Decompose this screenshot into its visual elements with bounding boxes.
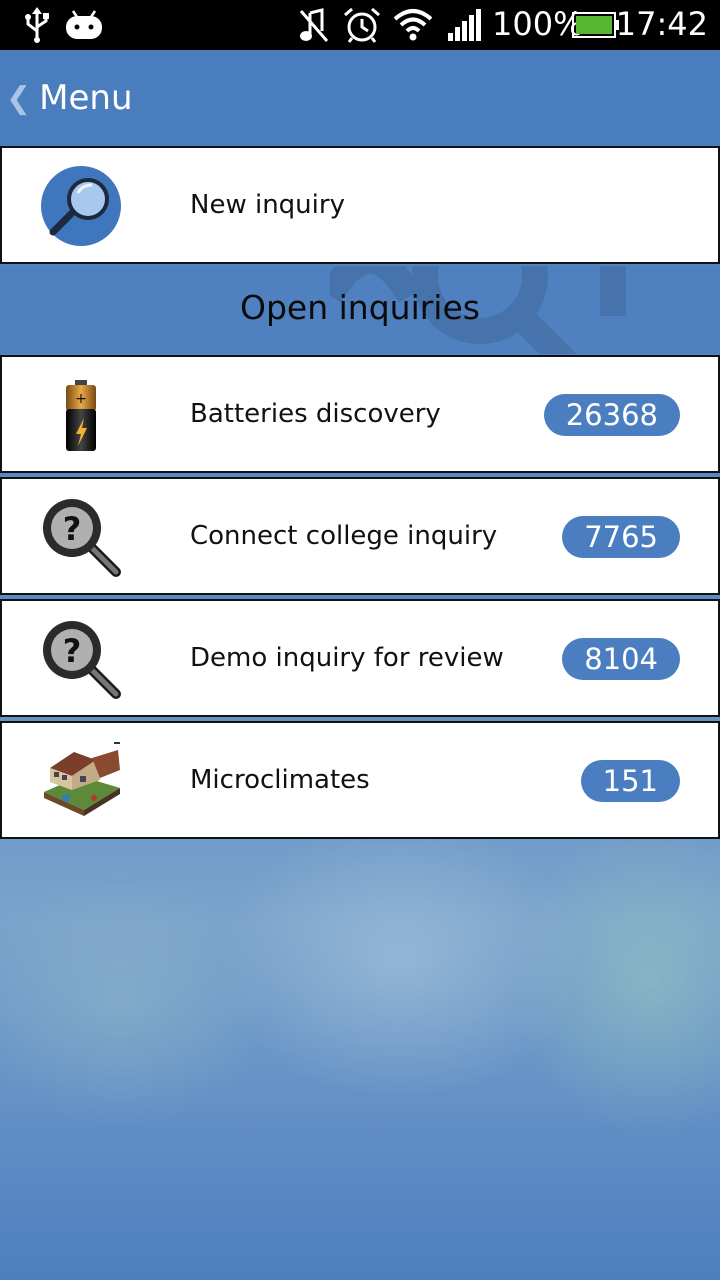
inquiry-row-demo-review[interactable]: ? Demo inquiry for review 8104 [0, 599, 720, 717]
battery-thumbnail: + [40, 374, 122, 456]
count-badge: 7765 [562, 516, 680, 558]
svg-text:?: ? [63, 632, 82, 670]
open-inquiries-heading: Open inquiries [240, 288, 480, 327]
count-badge: 151 [580, 760, 680, 802]
count-badge: 26368 [543, 394, 680, 436]
new-inquiry-label: New inquiry [190, 190, 345, 220]
inquiry-row-microclimates[interactable]: Microclimates 151 [0, 721, 720, 839]
clock: 17:42 [615, 5, 708, 43]
count-badge: 8104 [562, 638, 680, 680]
inquiry-label: Connect college inquiry [190, 521, 498, 551]
question-magnifier-icon: ? [43, 621, 121, 699]
inquiry-row-batteries[interactable]: + Batteries discovery 26368 [0, 355, 720, 473]
music-off-icon [299, 8, 329, 42]
android-icon [66, 10, 102, 39]
house-diagram-thumbnail [40, 740, 122, 822]
status-bar: 100% 17:42 [0, 0, 720, 50]
svg-text:+: + [75, 391, 87, 407]
inquiry-label: Microclimates [190, 765, 370, 795]
chevron-left-icon: ❮ [6, 80, 32, 116]
battery-icon [572, 12, 619, 38]
battery-percent: 100% [492, 5, 584, 43]
magnifier-icon [41, 166, 121, 246]
back-button[interactable]: ❮ Menu [6, 70, 133, 126]
alarm-icon [344, 7, 380, 43]
inquiry-row-connect-college[interactable]: ? Connect college inquiry 7765 [0, 477, 720, 595]
svg-text:?: ? [63, 510, 82, 548]
inquiry-label: Demo inquiry for review [190, 643, 504, 673]
inquiry-label: Batteries discovery [190, 399, 441, 429]
question-magnifier-icon: ? [43, 499, 121, 577]
usb-icon [25, 7, 49, 43]
new-inquiry-button[interactable]: New inquiry [0, 146, 720, 264]
wifi-icon [393, 9, 433, 41]
app-header: ❮ Menu [0, 50, 720, 146]
signal-icon [448, 9, 481, 41]
page-title: Menu [39, 78, 133, 118]
